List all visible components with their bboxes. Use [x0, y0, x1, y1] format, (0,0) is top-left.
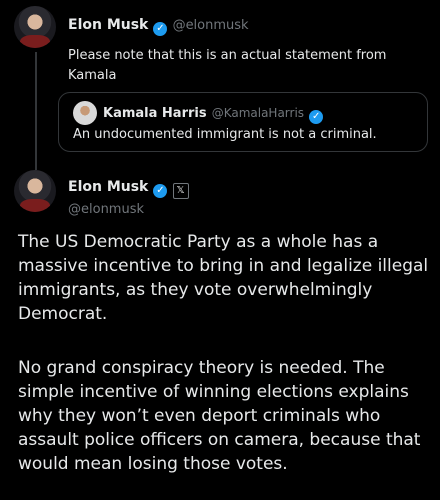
quote-text: An undocumented immigrant is not a crimi… — [73, 127, 377, 142]
tweet-header: Elon Musk ✓ @elonmusk — [68, 14, 249, 36]
avatar[interactable] — [14, 170, 56, 212]
tweet-paragraph: The US Democratic Party as a whole has a… — [18, 232, 429, 324]
quote-author-name: Kamala Harris — [103, 106, 207, 121]
author-handle[interactable]: @elonmusk — [173, 18, 249, 33]
author-handle[interactable]: @elonmusk — [68, 202, 144, 217]
tweet-paragraph: No grand conspiracy theory is needed. Th… — [18, 358, 421, 474]
tweet-header: Elon Musk ✓ 𝕏 — [68, 176, 189, 199]
quoted-tweet[interactable]: Kamala Harris @KamalaHarris ✓ An undocum… — [58, 92, 428, 152]
verified-badge-icon: ✓ — [153, 22, 168, 36]
avatar[interactable] — [14, 6, 56, 48]
verified-badge-icon: ✓ — [309, 110, 324, 124]
thread-line — [35, 52, 37, 170]
verified-badge-icon: ✓ — [153, 184, 168, 198]
author-name[interactable]: Elon Musk — [68, 179, 148, 195]
x-logo-icon: 𝕏 — [172, 183, 189, 199]
tweet-text: Please note that this is an actual state… — [68, 48, 387, 83]
quote-author-handle: @KamalaHarris — [211, 106, 305, 120]
author-name[interactable]: Elon Musk — [68, 17, 148, 33]
quote-avatar — [73, 101, 97, 125]
